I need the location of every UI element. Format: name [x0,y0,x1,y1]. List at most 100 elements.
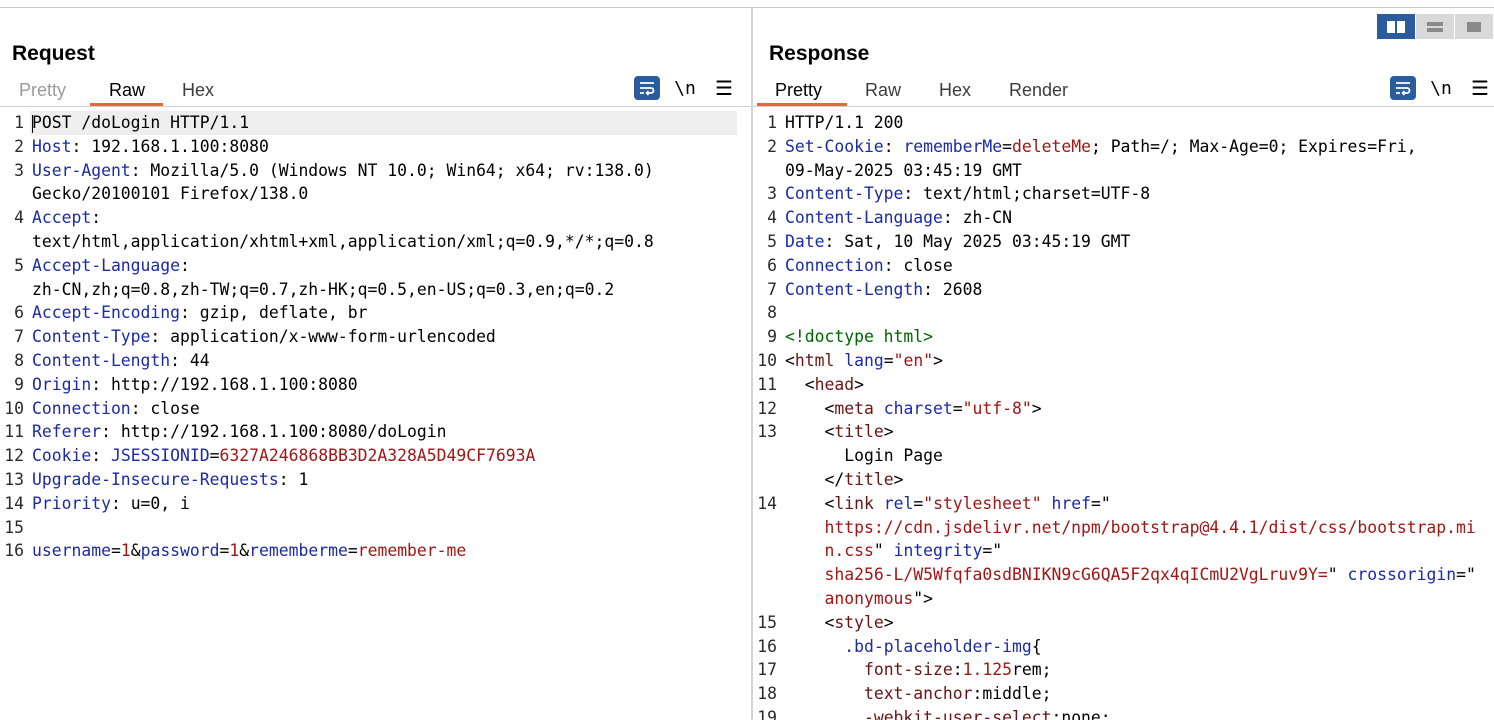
line-number: 1 [14,113,24,132]
code-line[interactable]: 16 username=1&password=1&rememberme=remem… [0,539,751,563]
code-line[interactable]: 2 Set-Cookie: rememberMe=deleteMe; Path=/… [753,135,1494,159]
code-line[interactable]: 14 <link rel="stylesheet" href=" [753,492,1494,516]
line-number: 16 [4,541,24,561]
code-line[interactable]: 09-May-2025 03:45:19 GMT [753,159,1494,183]
code-line[interactable]: 8 Content-Length: 44 [0,349,751,373]
code-line[interactable]: 12 Cookie: JSESSIONID=6327A246868BB3D2A32… [0,444,751,468]
header-name: Content-Type [32,327,151,347]
header-name: Content-Language [785,208,943,228]
code-line[interactable]: zh-CN,zh;q=0.8,zh-TW;q=0.7,zh-HK;q=0.5,e… [0,278,751,302]
header-value: : 2608 [923,279,983,299]
line-text: <meta charset="utf-8"> [785,397,1041,421]
code-line[interactable]: 13 <title> [753,420,1494,444]
header-name: User-Agent [32,160,131,180]
line-text: Host: 192.168.1.100:8080 [32,135,269,159]
attribute-value: "utf-8" [962,398,1032,418]
code-line[interactable]: 13 Upgrade-Insecure-Requests: 1 [0,468,751,492]
line-number: 3 [14,160,24,180]
code-line[interactable]: 3 User-Agent: Mozilla/5.0 (Windows NT 10.… [0,159,751,183]
tab-hex[interactable]: Hex [182,80,214,101]
code-line[interactable]: 4 Accept: [0,206,751,230]
code-line[interactable]: 16 .bd-placeholder-img{ [753,635,1494,659]
code-line[interactable]: 10 <html lang="en"> [753,349,1494,373]
header-value: : u=0, i [110,493,190,513]
line-text: Referer: http://192.168.1.100:8080/doLog… [32,420,446,444]
code-line[interactable]: 15 <style> [753,611,1494,635]
code-line[interactable]: n.css" integrity=" [753,539,1494,563]
tab-raw[interactable]: Raw [865,80,901,101]
line-number: 3 [767,184,777,204]
header-name: Set-Cookie [785,136,884,156]
code-line[interactable]: 9 Origin: http://192.168.1.100:8080 [0,373,751,397]
line-text: https://cdn.jsdelivr.net/npm/bootstrap@4… [785,516,1475,540]
attribute-name: href [1051,493,1091,513]
code-line[interactable]: 1 HTTP/1.1 200 [753,111,1494,135]
word-wrap-button[interactable] [634,76,660,100]
code-line[interactable]: 10 Connection: close [0,397,751,421]
code-line[interactable]: Login Page [753,444,1494,468]
tab-pretty[interactable]: Pretty [775,80,822,101]
code-line[interactable]: 15 [0,516,751,540]
code-line[interactable]: Gecko/20100101 Firefox/138.0 [0,182,751,206]
response-editor[interactable]: 1 HTTP/1.1 200 2 Set-Cookie: rememberMe=del… [753,111,1494,720]
line-text: Login Page [785,444,943,468]
code-line[interactable]: 5 Accept-Language: [0,254,751,278]
menu-icon[interactable]: ☰ [1467,76,1493,100]
code-line[interactable]: 9 <!doctype html> [753,325,1494,349]
punctuation: = [913,493,924,513]
show-newlines-button[interactable]: \n [672,76,698,100]
code-line[interactable]: 5 Date: Sat, 10 May 2025 03:45:19 GMT [753,230,1494,254]
code-line[interactable]: 4 Content-Language: zh-CN [753,206,1494,230]
header-value: : [91,208,102,228]
header-value: : [91,446,111,466]
code-line[interactable]: 2 Host: 192.168.1.100:8080 [0,135,751,159]
code-line[interactable]: https://cdn.jsdelivr.net/npm/bootstrap@4… [753,516,1494,540]
code-line[interactable]: anonymous"> [753,587,1494,611]
attribute-value: n.css [824,541,874,561]
code-line[interactable]: 11 <head> [753,373,1494,397]
response-title: Response [769,42,870,65]
code-line[interactable]: text/html,application/xhtml+xml,applicat… [0,230,751,254]
code-line[interactable]: 7 Content-Type: application/x-www-form-ur… [0,325,751,349]
line-number: 12 [757,398,777,418]
code-line[interactable]: 6 Accept-Encoding: gzip, deflate, br [0,301,751,325]
code-line[interactable]: 7 Content-Length: 2608 [753,278,1494,302]
tab-pretty[interactable]: Pretty [19,80,66,101]
code-line[interactable]: 18 text-anchor:middle; [753,682,1494,706]
attribute-value: 1.125 [962,660,1012,680]
code-line[interactable]: 17 font-size:1.125rem; [753,658,1494,682]
code-line[interactable]: 12 <meta charset="utf-8"> [753,397,1494,421]
tab-render[interactable]: Render [1009,80,1068,101]
code-line[interactable]: 3 Content-Type: text/html;charset=UTF-8 [753,182,1494,206]
code-line[interactable]: 14 Priority: u=0, i [0,492,751,516]
attribute-value: "stylesheet" [923,493,1042,513]
header-value: : 44 [170,350,210,370]
punctuation: :none; [1051,707,1111,720]
show-newlines-button[interactable]: \n [1428,76,1454,100]
line-text: Priority: u=0, i [32,492,190,516]
code-line[interactable]: 11 Referer: http://192.168.1.100:8080/doL… [0,420,751,444]
line-number: 14 [757,493,777,513]
header-value: : application/x-www-form-urlencoded [150,327,496,347]
header-name: Accept-Encoding [32,303,181,323]
line-text: Accept-Language: [32,254,190,278]
request-editor[interactable]: 1 POST /doLogin HTTP/1.1 2 Host: 192.168.1.… [0,111,751,563]
tab-raw[interactable]: Raw [109,80,145,101]
menu-icon[interactable]: ☰ [711,76,737,100]
code-line[interactable]: </title> [753,468,1494,492]
header-value: : [180,255,190,275]
code-line[interactable]: sha256-L/W5Wfqfa0sdBNIKN9cG6QA5F2qx4qICm… [753,563,1494,587]
tab-hex[interactable]: Hex [939,80,971,101]
line-number: 12 [4,446,24,466]
word-wrap-button[interactable] [1390,76,1416,100]
code-line[interactable]: 19 -webkit-user-select:none; [753,706,1494,720]
code-line[interactable]: 1 POST /doLogin HTTP/1.1 [0,111,751,135]
code-line[interactable]: 8 [753,301,1494,325]
line-number: 7 [14,327,24,347]
header-value: : http://192.168.1.100:8080/doLogin [101,422,447,442]
code-line[interactable]: 6 Connection: close [753,254,1494,278]
header-name: Content-Type [785,184,904,204]
